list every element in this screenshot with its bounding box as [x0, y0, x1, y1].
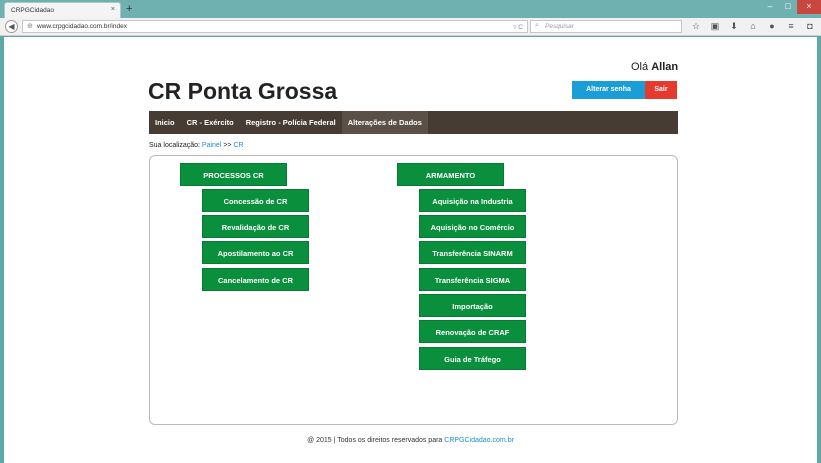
reload-icon[interactable]: ▿ C	[513, 23, 523, 31]
browser-titlebar: CRPGCidadao × + – □ ×	[0, 0, 821, 18]
page-footer: @ 2015 | Todos os direitos reservados pa…	[4, 437, 817, 444]
tab-title: CRPGCidadao	[11, 7, 54, 14]
footer-link[interactable]: CRPGCidadao.com.br	[444, 437, 514, 444]
footer-text: @ 2015 | Todos os direitos reservados pa…	[307, 437, 445, 444]
menu-item-cr-exercito[interactable]: CR - Exército	[181, 111, 240, 134]
search-placeholder: Pesquisar	[545, 23, 574, 30]
address-bar[interactable]: ⊕ www.crpgcidadao.com.br/index ▿ C	[22, 20, 528, 33]
menu-icon[interactable]: ≡	[785, 20, 797, 33]
user-greeting: Olá Allan	[631, 61, 678, 73]
site-title: CR Ponta Grossa	[148, 78, 338, 104]
menu-item-alteracoes[interactable]: Alterações de Dados	[341, 111, 428, 134]
bookmark-star-icon[interactable]: ☆	[690, 20, 702, 33]
search-icon: ⌕	[535, 22, 539, 29]
tab-close-icon[interactable]: ×	[111, 6, 115, 13]
revalidacao-cr-button[interactable]: Revalidação de CR	[202, 215, 309, 238]
window-controls: – □ ×	[761, 0, 821, 14]
breadcrumb: Sua localização: Painel >> CR	[149, 142, 244, 149]
browser-navbar: ◀ ⊕ www.crpgcidadao.com.br/index ▿ C ⌕ P…	[0, 18, 821, 36]
renovacao-craf-button[interactable]: Renovação de CRAF	[419, 320, 526, 343]
processos-cr-heading-button[interactable]: PROCESSOS CR	[180, 163, 287, 186]
guia-trafego-button[interactable]: Guia de Tráfego	[419, 347, 526, 370]
browser-toolbar: ☆ ▣ ⬇ ⌂ ● ≡ ◘	[690, 20, 816, 33]
aquisicao-comercio-button[interactable]: Aquisição no Comércio	[419, 215, 526, 238]
armamento-heading-button[interactable]: ARMAMENTO	[397, 163, 504, 186]
breadcrumb-current-link[interactable]: CR	[233, 142, 243, 149]
maximize-icon[interactable]: □	[779, 0, 797, 14]
aquisicao-industria-button[interactable]: Aquisição na Industria	[419, 189, 526, 212]
change-password-button[interactable]: Alterar senha	[572, 81, 645, 99]
url-text: www.crpgcidadao.com.br/index	[37, 23, 127, 30]
breadcrumb-root-link[interactable]: Painel	[202, 142, 221, 149]
importacao-button[interactable]: Importação	[419, 294, 526, 317]
globe-icon: ⊕	[27, 23, 33, 30]
breadcrumb-prefix: Sua localização:	[149, 142, 202, 149]
new-tab-button[interactable]: +	[126, 2, 132, 16]
pocket-icon[interactable]: ◘	[804, 20, 816, 33]
greeting-prefix: Olá	[631, 61, 652, 73]
home-icon[interactable]: ⌂	[747, 20, 759, 33]
back-arrow-icon[interactable]: ◀	[5, 20, 18, 33]
cancelamento-cr-button[interactable]: Cancelamento de CR	[202, 268, 309, 291]
close-window-icon[interactable]: ×	[797, 0, 821, 14]
breadcrumb-separator: >>	[221, 142, 234, 149]
search-input[interactable]: ⌕ Pesquisar	[530, 20, 682, 33]
chat-icon[interactable]: ●	[766, 20, 778, 33]
user-name: Allan	[651, 61, 679, 73]
minimize-icon[interactable]: –	[761, 0, 779, 14]
browser-tab[interactable]: CRPGCidadao ×	[4, 2, 121, 18]
main-menu: Inicio CR - Exército Registro - Polícia …	[149, 111, 678, 134]
logout-button[interactable]: Sair	[645, 81, 677, 99]
transferencia-sigma-button[interactable]: Transferência SIGMA	[419, 268, 526, 291]
transferencia-sinarm-button[interactable]: Transferência SINARM	[419, 241, 526, 264]
menu-item-inicio[interactable]: Inicio	[149, 111, 181, 134]
concessao-cr-button[interactable]: Concessão de CR	[202, 189, 309, 212]
download-icon[interactable]: ⬇	[728, 20, 740, 33]
menu-item-registro-pf[interactable]: Registro - Polícia Federal	[240, 111, 342, 134]
page-content: Olá Allan CR Ponta Grossa Alterar senha …	[4, 37, 817, 463]
clipboard-icon[interactable]: ▣	[709, 20, 721, 33]
apostilamento-cr-button[interactable]: Apostilamento ao CR	[202, 241, 309, 264]
